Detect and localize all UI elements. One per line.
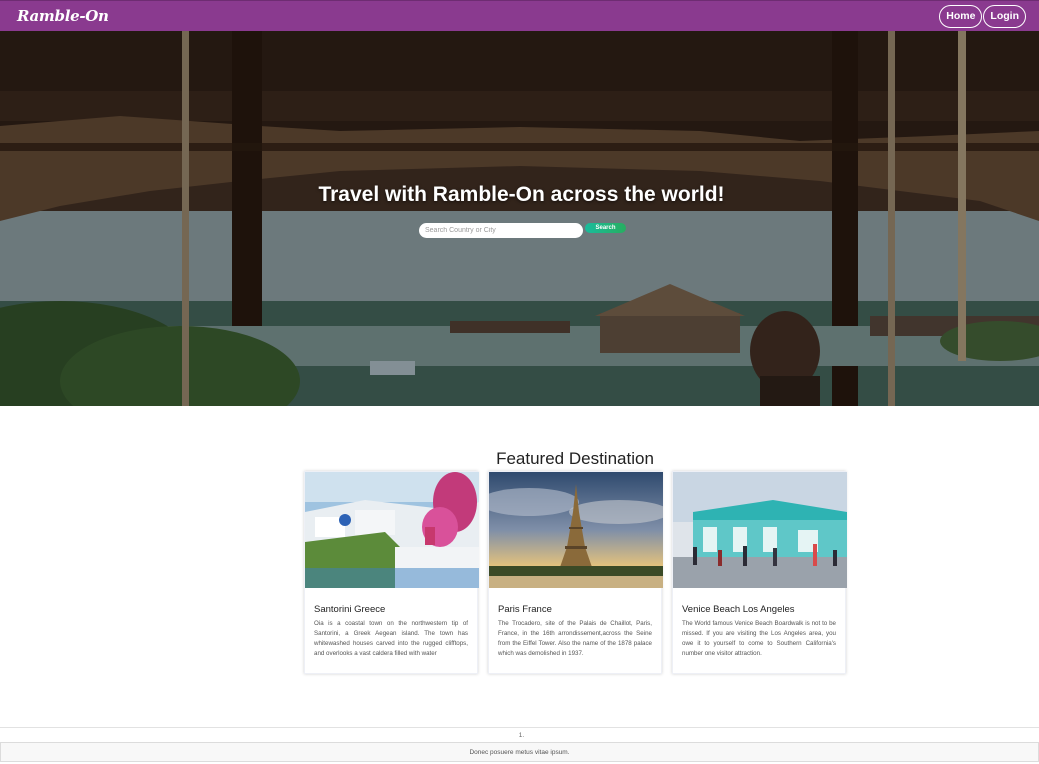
- brand-logo[interactable]: Ramble-On: [17, 7, 109, 25]
- paris-image: [489, 472, 663, 588]
- hero-banner: Travel with Ramble-On across the world! …: [0, 31, 1039, 406]
- card-title: Venice Beach Los Angeles: [682, 604, 795, 615]
- card-body: Paris France The Trocadero, site of the …: [489, 588, 661, 659]
- hero-title: Travel with Ramble-On across the world!: [318, 183, 725, 206]
- venice-beach-image: [673, 472, 847, 588]
- destination-card-venice-beach[interactable]: Venice Beach Los Angeles The World famou…: [672, 471, 847, 674]
- footer-list-number: 1.: [518, 732, 525, 739]
- search-input[interactable]: [419, 223, 583, 238]
- card-title: Paris France: [498, 604, 552, 615]
- card-body: Venice Beach Los Angeles The World famou…: [673, 588, 845, 659]
- top-navbar: Ramble-On Home Login: [0, 0, 1039, 31]
- search-button[interactable]: Search: [585, 223, 626, 233]
- card-description: The Trocadero, site of the Palais de Cha…: [498, 620, 652, 657]
- featured-title: Featured Destination: [496, 449, 654, 468]
- destination-cards: Santorini Greece Oia is a coastal town o…: [304, 471, 847, 674]
- card-description: The World famous Venice Beach Boardwalk …: [682, 620, 836, 657]
- destination-card-santorini[interactable]: Santorini Greece Oia is a coastal town o…: [304, 471, 479, 674]
- footer-divider: [0, 727, 1039, 728]
- footer-text-box: Donec posuere metus vitae ipsum.: [0, 742, 1039, 762]
- nav-buttons: Home Login: [939, 4, 1026, 28]
- destination-card-paris[interactable]: Paris France The Trocadero, site of the …: [488, 471, 663, 674]
- santorini-image: [305, 472, 479, 588]
- login-button[interactable]: Login: [983, 4, 1026, 28]
- hero-background-image: [0, 31, 1039, 406]
- card-description: Oia is a coastal town on the northwester…: [314, 620, 468, 657]
- card-body: Santorini Greece Oia is a coastal town o…: [305, 588, 477, 659]
- home-button[interactable]: Home: [939, 4, 983, 28]
- card-title: Santorini Greece: [314, 604, 386, 615]
- search-bar: Search: [419, 223, 626, 238]
